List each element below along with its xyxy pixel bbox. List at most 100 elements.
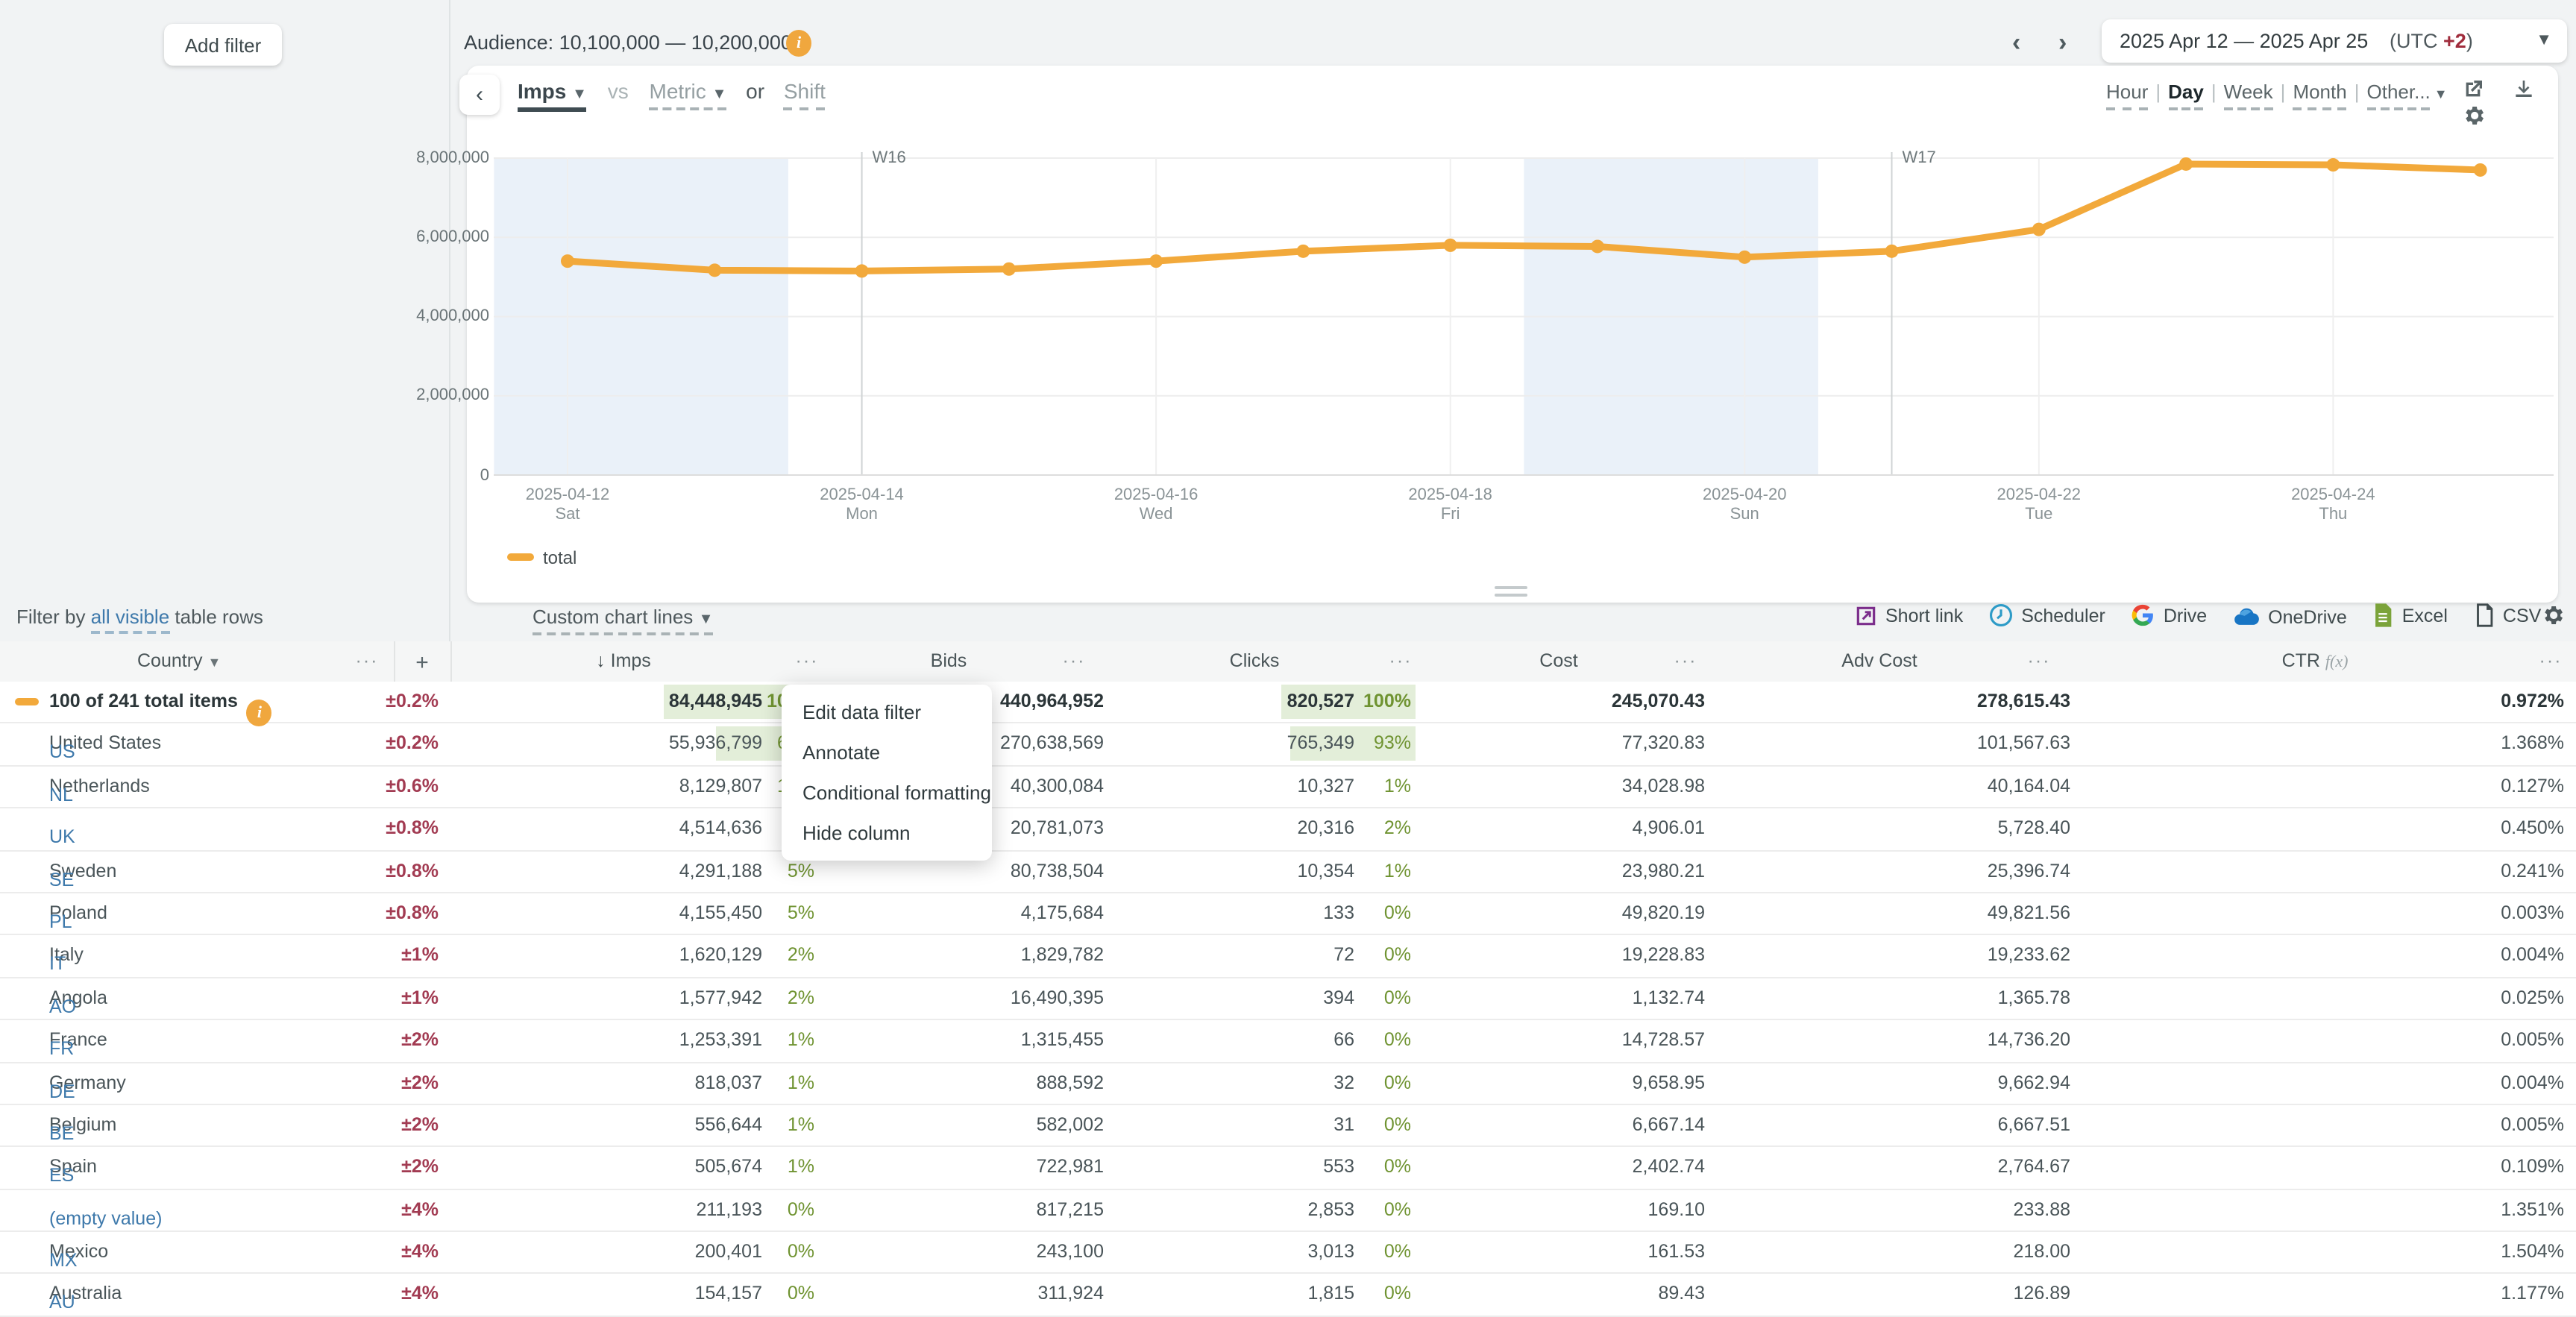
- error-margin-cell: ±4%: [401, 1241, 439, 1262]
- imps-pct-cell: 1%: [788, 1114, 814, 1135]
- export-scheduler-button[interactable]: Scheduler: [1988, 603, 2105, 628]
- custom-chart-lines-dropdown[interactable]: Custom chart lines ▼: [533, 606, 713, 635]
- date-range-label: 2025 Apr 12 — 2025 Apr 25: [2120, 19, 2368, 63]
- export-csv-button[interactable]: CSV: [2473, 603, 2541, 628]
- date-prev-button[interactable]: ‹: [2003, 27, 2029, 60]
- ctr-cell: 0.004%: [2501, 1072, 2564, 1093]
- error-margin-cell: ±0.2%: [386, 691, 439, 711]
- col-header-bids[interactable]: Bids: [931, 650, 967, 671]
- date-range-picker[interactable]: 2025 Apr 12 — 2025 Apr 25 (UTC +2) ▼: [2102, 19, 2567, 63]
- col-header-cost[interactable]: Cost: [1539, 650, 1577, 671]
- imps-pct-cell: 5%: [788, 860, 814, 881]
- x-axis-label: 2025-04-14Mon: [795, 486, 929, 525]
- ctr-cell: 0.005%: [2501, 1029, 2564, 1050]
- export-onedrive-button[interactable]: OneDrive: [2232, 606, 2347, 628]
- granularity-day[interactable]: Day: [2168, 81, 2204, 110]
- y-axis-label: 0: [400, 466, 489, 484]
- imps-cell: 1,253,391: [679, 1029, 762, 1050]
- chart-resize-handle[interactable]: [1495, 586, 1527, 601]
- ctr-cell: 0.450%: [2501, 817, 2564, 838]
- download-icon[interactable]: [2513, 78, 2536, 101]
- country-column-menu[interactable]: ···: [356, 650, 379, 671]
- add-column-button[interactable]: +: [415, 650, 429, 676]
- menu-item-edit-data-filter[interactable]: Edit data filter: [782, 692, 992, 732]
- table-row-IT[interactable]: IT Italy±1%1,620,1292%1,829,782720%19,22…: [0, 936, 2576, 978]
- table-row-UK[interactable]: UK ±0.8%4,514,6365%20,781,07320,3162%4,9…: [0, 808, 2576, 851]
- table-settings-gear-icon[interactable]: [2540, 603, 2566, 628]
- table-row-MX[interactable]: MX Mexico±4%200,4010%243,1003,0130%161.5…: [0, 1232, 2576, 1274]
- table-row-AU[interactable]: AU Australia±4%154,1570%311,9241,8150%89…: [0, 1274, 2576, 1317]
- table-row-FR[interactable]: FR France±2%1,253,3911%1,315,455660%14,7…: [0, 1020, 2576, 1063]
- col-header-imps[interactable]: ↓ Imps: [596, 650, 651, 671]
- adv-cost-cell: 2,764.67: [1998, 1157, 2070, 1178]
- adv-cost-cell: 5,728.40: [1998, 817, 2070, 838]
- all-visible-link[interactable]: all visible: [91, 606, 170, 634]
- x-axis-label: 2025-04-16Wed: [1089, 486, 1223, 525]
- table-row-DE[interactable]: DE Germany±2%818,0371%888,592320%9,658.9…: [0, 1063, 2576, 1105]
- cost-column-menu[interactable]: ···: [1674, 650, 1697, 671]
- country-cell: BE Belgium: [49, 1114, 116, 1135]
- clicks-column-menu[interactable]: ···: [1389, 650, 1413, 671]
- imps-cell: 1,620,129: [679, 945, 762, 966]
- col-header-adv-cost[interactable]: Adv Cost: [1841, 650, 1917, 671]
- table-row-SE[interactable]: SE Sweden±0.8%4,291,1885%80,738,50410,35…: [0, 851, 2576, 893]
- bids-cell: 888,592: [1037, 1072, 1104, 1093]
- compare-metric-dropdown[interactable]: Metric ▼: [650, 79, 727, 110]
- bids-cell: 311,924: [1037, 1283, 1104, 1304]
- granularity-hour[interactable]: Hour: [2106, 81, 2148, 110]
- chart-actions: [2440, 76, 2576, 130]
- imps-pct-cell: 2%: [788, 945, 814, 966]
- menu-item-annotate[interactable]: Annotate: [782, 732, 992, 773]
- bids-cell: 20,781,073: [1011, 817, 1104, 838]
- col-header-ctr[interactable]: CTR f(x): [2282, 650, 2349, 671]
- menu-item-conditional-formatting[interactable]: Conditional formatting: [782, 773, 992, 813]
- granularity-week[interactable]: Week: [2224, 81, 2273, 110]
- cost-cell: 169.10: [1648, 1198, 1705, 1219]
- export-drive-button[interactable]: Drive: [2131, 603, 2207, 628]
- open-external-icon[interactable]: [2461, 78, 2485, 101]
- granularity-month[interactable]: Month: [2293, 81, 2346, 110]
- col-header-country[interactable]: Country ▼: [137, 650, 221, 671]
- error-margin-cell: ±2%: [401, 1029, 439, 1050]
- imps-cell: 8,129,807: [679, 776, 762, 796]
- chart-legend[interactable]: total: [507, 547, 577, 568]
- export-excel-button[interactable]: Excel: [2372, 603, 2448, 628]
- audience-info-icon[interactable]: i: [786, 30, 811, 57]
- clicks-cell: 394: [1323, 987, 1354, 1008]
- cost-cell: 9,658.95: [1633, 1072, 1705, 1093]
- bids-column-menu[interactable]: ···: [1063, 650, 1086, 671]
- imps-column-menu[interactable]: ···: [796, 650, 819, 671]
- table-row-BE[interactable]: BE Belgium±2%556,6441%582,002310%6,667.1…: [0, 1105, 2576, 1148]
- table-row-AO[interactable]: AO Angola±1%1,577,9422%16,490,3953940%1,…: [0, 978, 2576, 1020]
- cost-cell: 6,667.14: [1633, 1114, 1705, 1135]
- error-margin-cell: ±0.6%: [386, 776, 439, 796]
- add-filter-button[interactable]: Add filter: [164, 24, 282, 66]
- bids-cell: 817,215: [1037, 1198, 1104, 1219]
- clicks-pct-cell: 0%: [1384, 1157, 1411, 1178]
- error-margin-cell: ±1%: [401, 987, 439, 1008]
- country-cell: 100 of 241 total items i: [49, 691, 238, 711]
- ctr-cell: 0.005%: [2501, 1114, 2564, 1135]
- chart-settings-gear-icon[interactable]: [2461, 104, 2487, 129]
- shift-toggle[interactable]: Shift: [784, 79, 826, 110]
- country-cell: MX Mexico: [49, 1241, 108, 1262]
- total-info-icon[interactable]: i: [247, 700, 272, 726]
- table-row-PL[interactable]: PL Poland±0.8%4,155,4505%4,175,6841330%4…: [0, 893, 2576, 936]
- chart-back-button[interactable]: ‹: [459, 75, 500, 115]
- table-row-total[interactable]: 100 of 241 total items i±0.2%84,448,9451…: [0, 682, 2576, 724]
- table-row-emptyvalue[interactable]: (empty value)±4%211,1930%817,2152,8530%1…: [0, 1189, 2576, 1232]
- ctr-column-menu[interactable]: ···: [2539, 650, 2563, 671]
- table-row-ES[interactable]: ES Spain±2%505,6741%722,9815530%2,402.74…: [0, 1148, 2576, 1190]
- export-short-link-button[interactable]: Short link: [1854, 604, 1963, 628]
- date-next-button[interactable]: ›: [2049, 27, 2076, 60]
- imps-cell: 4,155,450: [679, 902, 762, 923]
- metric-dropdown[interactable]: Imps ▼: [518, 79, 587, 112]
- col-header-clicks[interactable]: Clicks: [1230, 650, 1280, 671]
- clicks-cell: 32: [1333, 1072, 1354, 1093]
- table-row-US[interactable]: US United States±0.2%55,936,79966%270,63…: [0, 724, 2576, 767]
- table-row-NL[interactable]: NL Netherlands±0.6%8,129,80710%40,300,08…: [0, 767, 2576, 809]
- granularity-other[interactable]: Other...: [2367, 81, 2431, 110]
- adv-cost-column-menu[interactable]: ···: [2028, 650, 2051, 671]
- imps-pct-cell: 5%: [788, 902, 814, 923]
- menu-item-hide-column[interactable]: Hide column: [782, 813, 992, 853]
